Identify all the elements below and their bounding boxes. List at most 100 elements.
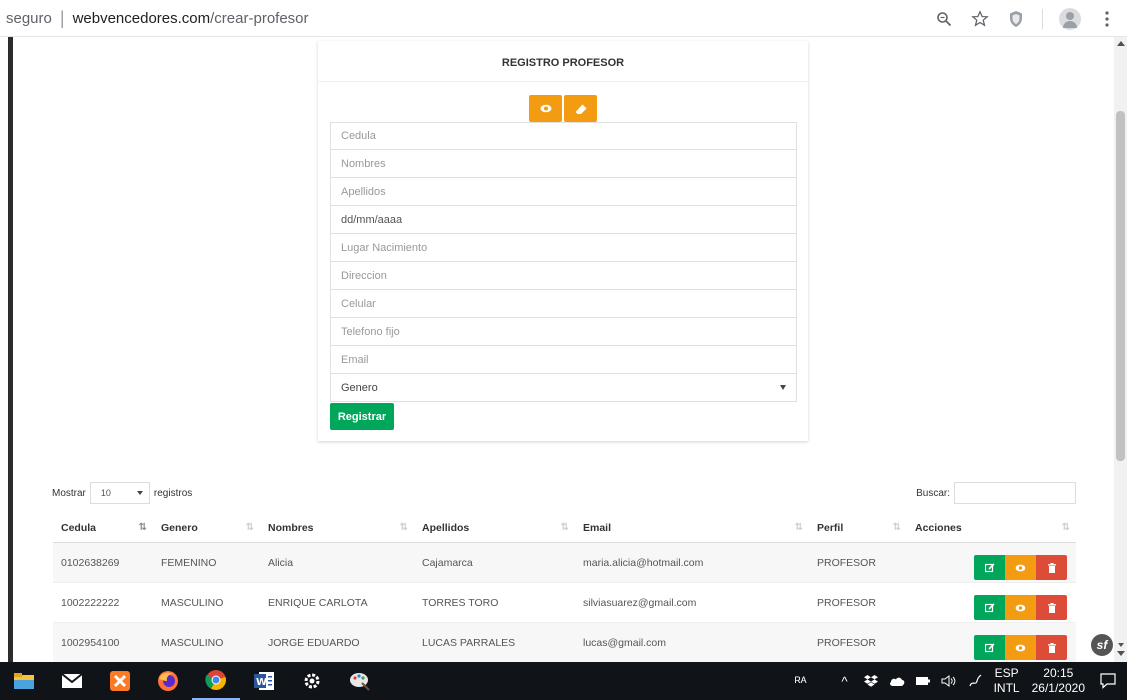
url-field[interactable]: webvencedores.com/crear-profesor [73, 10, 309, 27]
header-genero[interactable]: Genero ⇅ [153, 514, 260, 542]
apellidos-field[interactable]: Apellidos [330, 178, 797, 206]
edit-icon [984, 562, 995, 572]
chevron-down-icon [136, 491, 143, 495]
eye-icon [1015, 644, 1026, 651]
cell-genero: MASCULINO [161, 636, 224, 649]
table-header: Cedula ⇅ Genero ⇅ Nombres ⇅ Apellidos ⇅ Emai… [53, 514, 1076, 543]
menu-kebab-icon[interactable] [1097, 9, 1117, 29]
chrome-icon[interactable] [192, 662, 240, 700]
volume-icon[interactable] [936, 675, 962, 687]
header-label: Email [583, 522, 612, 534]
profesores-table: Cedula ⇅ Genero ⇅ Nombres ⇅ Apellidos ⇅ Emai… [53, 514, 1076, 662]
profile-avatar-icon[interactable] [1059, 7, 1081, 30]
chevron-up-icon[interactable]: ^ [832, 674, 858, 689]
cell-genero: MASCULINO [161, 596, 224, 609]
cell-cedula: 1002222222 [61, 596, 120, 609]
svg-text:W: W [256, 677, 267, 688]
cell-email: lucas@gmail.com [583, 636, 667, 649]
header-cedula[interactable]: Cedula ⇅ [53, 514, 153, 542]
cell-email: silviasuarez@gmail.com [583, 596, 697, 609]
delete-button[interactable] [1036, 635, 1067, 660]
delete-button[interactable] [1036, 595, 1067, 620]
cell-nombres: ENRIQUE CARLOTA [268, 596, 368, 609]
file-explorer-icon[interactable] [0, 662, 48, 700]
sort-icon: ⇅ [1061, 522, 1071, 533]
battery-icon[interactable] [910, 677, 936, 685]
lugar-nacimiento-field[interactable]: Lugar Nacimiento [330, 234, 797, 262]
header-acciones[interactable]: Acciones ⇅ [907, 514, 1076, 542]
chevron-down-icon[interactable] [1118, 643, 1124, 647]
settings-gear-icon[interactable] [288, 662, 336, 700]
header-nombres[interactable]: Nombres ⇅ [260, 514, 414, 542]
page-length-control: Mostrar 10 registros [52, 481, 192, 505]
header-apellidos[interactable]: Apellidos ⇅ [414, 514, 575, 542]
chevron-down-icon [780, 385, 786, 390]
edit-button[interactable] [974, 635, 1005, 660]
header-perfil[interactable]: Perfil ⇅ [809, 514, 907, 542]
lang-top: ESP [994, 666, 1019, 680]
bookmark-star-icon[interactable] [970, 9, 990, 29]
card-button-row [318, 95, 808, 122]
scroll-up-icon[interactable] [1117, 41, 1125, 46]
genero-select[interactable]: Genero [330, 374, 797, 402]
registrar-button[interactable]: Registrar [330, 403, 394, 430]
scroll-down-icon[interactable] [1117, 651, 1125, 656]
zoom-icon[interactable] [934, 9, 954, 29]
delete-button[interactable] [1036, 555, 1067, 580]
page-scrollbar[interactable] [1114, 37, 1127, 662]
url-host: webvencedores.com [72, 9, 211, 27]
show-label: Mostrar [52, 487, 86, 499]
sort-icon: ⇅ [794, 522, 804, 533]
firefox-icon[interactable] [144, 662, 192, 700]
nombres-field[interactable]: Nombres [330, 150, 797, 178]
page-length-value: 10 [100, 488, 111, 498]
clock-time: 20:15 [1043, 666, 1074, 680]
edit-button[interactable] [974, 595, 1005, 620]
notifications-icon[interactable] [1095, 673, 1121, 689]
header-label: Acciones [915, 522, 962, 534]
dropbox-icon[interactable] [858, 675, 884, 687]
cell-acciones [907, 623, 1076, 662]
windows-taskbar: W ᴿᴬ ^ ESP INTL 20:15 26/1/2020 [0, 662, 1127, 700]
pen-ink-icon[interactable] [962, 674, 988, 688]
cell-perfil: PROFESOR [817, 636, 876, 649]
search-input[interactable] [954, 482, 1076, 504]
cedula-field[interactable]: Cedula [330, 122, 797, 150]
email-field[interactable]: Email [330, 346, 797, 374]
clear-button[interactable] [564, 95, 597, 122]
symfony-toolbar-icon[interactable]: sf [1091, 634, 1113, 656]
onedrive-cloud-icon[interactable] [884, 676, 910, 686]
table-row: 1002954100 MASCULINO JORGE EDUARDO LUCAS… [53, 623, 1076, 662]
cell-apellidos: LUCAS PARRALES [422, 636, 516, 649]
page-viewport: REGISTRO PROFESOR Cedula Nombres Apellid… [0, 37, 1114, 662]
view-button[interactable] [529, 95, 562, 122]
card-title: REGISTRO PROFESOR [318, 41, 808, 82]
clock-date: 26/1/2020 [1031, 681, 1085, 695]
telefono-fijo-field[interactable]: Telefono fijo [330, 318, 797, 346]
header-label: Genero [161, 522, 198, 534]
celular-field[interactable]: Celular [330, 290, 797, 318]
mail-icon[interactable] [48, 662, 96, 700]
paint-icon[interactable] [336, 662, 384, 700]
address-bar-actions [934, 0, 1117, 37]
edit-button[interactable] [974, 555, 1005, 580]
xampp-icon[interactable] [96, 662, 144, 700]
page-length-select[interactable]: 10 [89, 482, 150, 504]
shield-extension-icon[interactable] [1006, 9, 1026, 29]
people-icon[interactable]: ᴿᴬ [788, 674, 814, 689]
eye-icon [1015, 564, 1026, 571]
word-icon[interactable]: W [240, 662, 288, 700]
taskbar-clock[interactable]: 20:15 26/1/2020 [1032, 666, 1085, 696]
lang-bottom: INTL [993, 681, 1020, 695]
view-button[interactable] [1005, 555, 1036, 580]
header-email[interactable]: Email ⇅ [575, 514, 809, 542]
trash-icon [1047, 602, 1056, 613]
fecha-nacimiento-field[interactable]: dd/mm/aaaa [330, 206, 797, 234]
cell-genero: FEMENINO [161, 556, 217, 569]
view-button[interactable] [1005, 635, 1036, 660]
input-language[interactable]: ESP INTL [994, 666, 1020, 696]
scroll-thumb[interactable] [1116, 111, 1125, 461]
direccion-field[interactable]: Direccion [330, 262, 797, 290]
records-label: registros [153, 487, 193, 499]
view-button[interactable] [1005, 595, 1036, 620]
